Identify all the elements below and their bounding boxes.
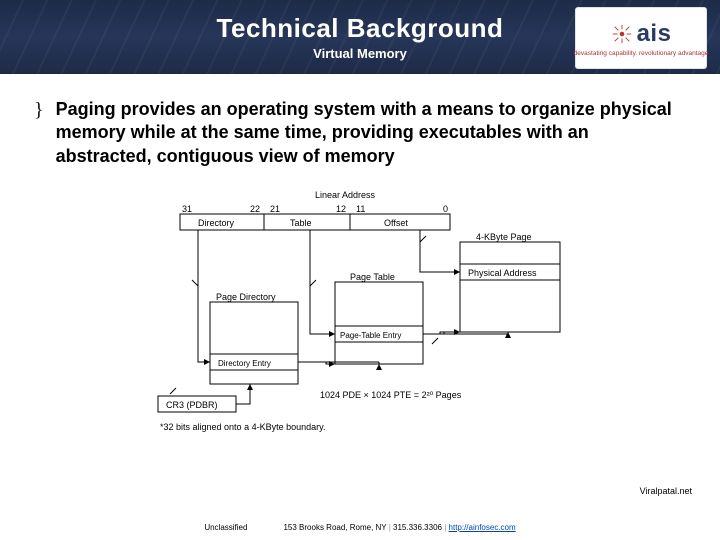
cr3-label: CR3 (PDBR)	[166, 400, 218, 410]
footer-address: 153 Brooks Road, Rome, NY	[283, 523, 386, 532]
paging-diagram: Linear Address 31 22 21 12 11 0 Director…	[120, 186, 600, 441]
page-table-label: Page Table	[350, 272, 395, 282]
de-label: Directory Entry	[218, 359, 271, 368]
page-directory-label: Page Directory	[216, 292, 276, 302]
bit-11: 11	[356, 204, 365, 214]
linear-address-label: Linear Address	[315, 190, 376, 200]
company-logo: ais devastating capability. revolutionar…	[576, 8, 706, 68]
bit-22: 22	[250, 204, 260, 214]
field-table: Table	[290, 218, 312, 228]
bit-0: 0	[443, 204, 448, 214]
diagram-footnote: *32 bits aligned onto a 4-KByte boundary…	[160, 422, 325, 432]
offset-width: 12	[432, 236, 442, 246]
footer-contact: 153 Brooks Road, Rome, NY | 315.336.3306…	[283, 523, 515, 532]
page-box-label: 4-KByte Page	[476, 232, 532, 242]
logo-tagline: devastating capability. revolutionary ad…	[574, 50, 709, 57]
slide-subtitle: Virtual Memory	[313, 46, 407, 61]
pte-label: Page-Table Entry	[340, 331, 401, 340]
field-directory: Directory	[198, 218, 235, 228]
bit-31: 31	[182, 204, 192, 214]
footer-classification: Unclassified	[204, 523, 247, 532]
bullet-item: } Paging provides an operating system wi…	[34, 98, 686, 168]
logo-burst-icon	[611, 23, 633, 45]
dir-width: 10	[182, 278, 192, 288]
diagram-credit: Viralpatal.net	[640, 486, 692, 496]
field-offset: Offset	[384, 218, 408, 228]
table-width: 10	[318, 278, 328, 288]
bullet-text: Paging provides an operating system with…	[56, 98, 686, 168]
bit-21: 21	[270, 204, 280, 214]
footer-link[interactable]: http://ainfosec.com	[449, 523, 516, 532]
bit-12: 12	[336, 204, 346, 214]
slide-body: } Paging provides an operating system wi…	[0, 74, 720, 441]
slide-header: Technical Background Virtual Memory ais …	[0, 0, 720, 74]
slide-footer: Unclassified 153 Brooks Road, Rome, NY |…	[0, 523, 720, 532]
phys-addr-label: Physical Address	[468, 268, 537, 278]
slide-title: Technical Background	[217, 13, 504, 44]
logo-text: ais	[637, 20, 672, 48]
footer-phone: 315.336.3306	[393, 523, 442, 532]
brace-bullet-icon: }	[34, 100, 44, 120]
pde-pte-equation: 1024 PDE × 1024 PTE = 2²⁰ Pages	[320, 390, 462, 400]
